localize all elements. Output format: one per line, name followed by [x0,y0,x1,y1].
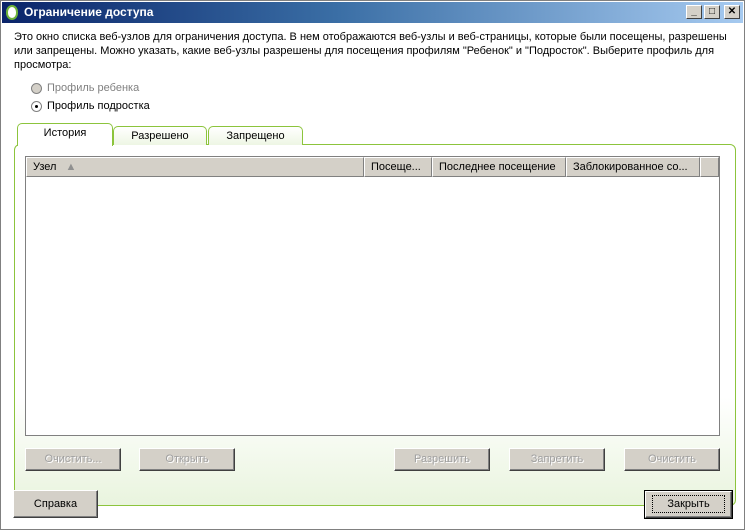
close-window-button[interactable]: ✕ [724,5,740,19]
column-header-filler [700,157,719,177]
column-header-visits[interactable]: Посеще... [364,157,432,177]
sort-ascending-icon: ▲ [65,161,77,173]
help-button[interactable]: Справка [13,490,98,518]
dialog-window: Ограничение доступа _ □ ✕ Это окно списк… [0,0,745,530]
minimize-button[interactable]: _ [686,5,702,19]
tab-blocked[interactable]: Запрещено [208,126,303,145]
column-header-last-visit[interactable]: Последнее посещение [432,157,566,177]
close-button-label: Закрыть [652,495,725,513]
app-icon [6,5,18,20]
description-text: Это окно списка веб-узлов для ограничени… [14,31,727,71]
block-button[interactable]: Запретить [509,448,605,471]
radio-label: Профиль ребенка [47,82,140,94]
title-bar[interactable]: Ограничение доступа _ □ ✕ [2,2,743,23]
radio-circle[interactable] [31,100,42,112]
maximize-button[interactable]: □ [704,5,720,19]
close-button[interactable]: Закрыть [644,490,733,519]
open-button[interactable]: Открыть [139,448,235,471]
radio-label: Профиль подростка [47,100,150,112]
tab-history[interactable]: История [17,123,113,146]
allow-button[interactable]: Разрешить [394,448,490,471]
column-header-blocked[interactable]: Заблокированное со... [566,157,700,177]
radio-child-profile[interactable]: Профиль ребенка [31,82,139,94]
clear-button[interactable]: Очистить [624,448,720,471]
radio-circle[interactable] [31,82,42,94]
column-header-site[interactable]: Узел ▲ [26,157,364,177]
sites-list[interactable]: Узел ▲ Посеще... Последнее посещение Заб… [25,156,720,436]
clear-history-button[interactable]: Очистить... [25,448,121,471]
column-label: Узел [33,161,57,173]
tab-allowed[interactable]: Разрешено [113,126,207,145]
radio-teen-profile[interactable]: Профиль подростка [31,100,150,112]
window-title: Ограничение доступа [24,5,154,19]
